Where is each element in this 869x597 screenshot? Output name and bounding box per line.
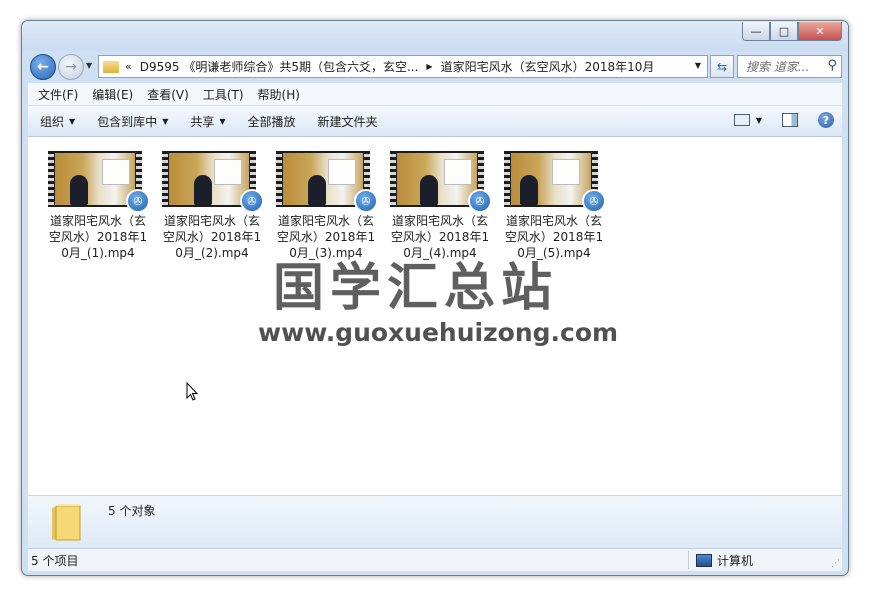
toolbar-right-group: ▼ ? <box>733 112 834 128</box>
close-button[interactable]: ✕ <box>798 22 842 41</box>
video-thumbnail: ✇ <box>390 151 492 213</box>
item-count: 5 个项目 <box>31 553 79 568</box>
resize-grip-icon[interactable]: ⋰ <box>831 559 840 569</box>
menu-tools[interactable]: 工具(T) <box>203 86 244 103</box>
file-item[interactable]: ✇ 道家阳宅风水（玄空风水）2018年10月_(3).mp4 <box>276 151 378 261</box>
caption-buttons: — □ ✕ <box>742 22 842 41</box>
magnifier-icon[interactable]: ⚲ <box>827 58 837 73</box>
chevron-down-icon: ▼ <box>69 116 76 126</box>
chevron-down-icon: ▼ <box>219 116 226 126</box>
command-bar: 组织 ▼ 包含到库中 ▼ 共享 ▼ 全部播放 新建文件夹 ▼ ? <box>28 106 842 137</box>
address-chevron[interactable]: « <box>125 60 132 73</box>
share-button[interactable]: 共享 ▼ <box>190 113 225 130</box>
computer-icon <box>696 554 712 567</box>
menu-view[interactable]: 查看(V) <box>147 86 189 103</box>
search-input[interactable]: 搜索 道家... ⚲ <box>737 55 842 78</box>
change-view-icon[interactable] <box>733 114 750 126</box>
refresh-button[interactable]: ⇆ <box>710 55 734 78</box>
preview-pane-icon[interactable] <box>782 113 798 127</box>
organize-label: 组织 <box>40 114 65 129</box>
address-bar[interactable]: « D9595 《明谦老师综合》共5期（包含六爻，玄空... ▶ 道家阳宅风水（… <box>98 55 708 78</box>
navigation-bar: ← → ▼ « D9595 《明谦老师综合》共5期（包含六爻，玄空... ▶ 道… <box>22 51 848 81</box>
menu-edit[interactable]: 编辑(E) <box>92 86 133 103</box>
watermark-url: www.guoxuehuizong.com <box>258 318 619 347</box>
video-thumbnail: ✇ <box>504 151 606 213</box>
status-bar: 5 个项目 计算机 ⋰ <box>28 548 842 571</box>
chevron-down-icon: ▼ <box>162 116 169 126</box>
new-folder-label: 新建文件夹 <box>317 114 378 129</box>
file-item[interactable]: ✇ 道家阳宅风水（玄空风水）2018年10月_(1).mp4 <box>48 151 150 261</box>
back-arrow-icon[interactable]: ← <box>30 54 56 80</box>
menu-help[interactable]: 帮助(H) <box>258 86 300 103</box>
play-all-button[interactable]: 全部播放 <box>248 113 296 130</box>
maximize-button[interactable]: □ <box>770 22 798 41</box>
breadcrumb-current[interactable]: 道家阳宅风水（玄空风水）2018年10月 <box>441 58 655 75</box>
video-thumbnail: ✇ <box>276 151 378 213</box>
recent-pages-dropdown-icon[interactable]: ▼ <box>86 61 92 70</box>
forward-arrow-icon[interactable]: → <box>58 54 84 80</box>
file-name: 道家阳宅风水（玄空风水）2018年10月_(2).mp4 <box>162 214 262 260</box>
location-label: 计算机 <box>717 554 754 568</box>
film-reel-icon: ✇ <box>240 189 264 213</box>
details-pane: 5 个对象 <box>28 495 842 548</box>
title-bar[interactable]: — □ ✕ <box>22 21 848 51</box>
organize-button[interactable]: 组织 ▼ <box>40 113 75 130</box>
location-indicator: 计算机 <box>696 552 753 569</box>
breadcrumb-parent[interactable]: D9595 《明谦老师综合》共5期（包含六爻，玄空... <box>140 58 419 75</box>
play-all-label: 全部播放 <box>247 114 296 129</box>
new-folder-button[interactable]: 新建文件夹 <box>318 113 378 130</box>
folder-icon <box>103 60 119 73</box>
address-dropdown-icon[interactable]: ▼ <box>695 61 701 70</box>
file-item[interactable]: ✇ 道家阳宅风水（玄空风水）2018年10月_(4).mp4 <box>390 151 492 261</box>
include-library-label: 包含到库中 <box>97 114 158 129</box>
video-thumbnail: ✇ <box>162 151 264 213</box>
minimize-button[interactable]: — <box>742 22 770 41</box>
menu-file[interactable]: 文件(F) <box>38 86 78 103</box>
film-reel-icon: ✇ <box>582 189 606 213</box>
view-options-dropdown-icon[interactable]: ▼ <box>756 116 762 125</box>
object-count: 5 个对象 <box>108 504 156 518</box>
share-label: 共享 <box>190 114 215 129</box>
file-name: 道家阳宅风水（玄空风水）2018年10月_(1).mp4 <box>48 214 148 260</box>
help-icon[interactable]: ? <box>818 112 834 128</box>
watermark-text: 国学汇总站 <box>273 259 559 318</box>
file-item[interactable]: ✇ 道家阳宅风水（玄空风水）2018年10月_(5).mp4 <box>504 151 606 261</box>
folder-icon <box>52 504 81 541</box>
mouse-pointer-icon <box>186 382 199 401</box>
video-thumbnail: ✇ <box>48 151 150 213</box>
status-divider <box>688 551 689 569</box>
film-reel-icon: ✇ <box>126 189 150 213</box>
search-placeholder: 搜索 道家... <box>746 60 810 74</box>
file-item[interactable]: ✇ 道家阳宅风水（玄空风水）2018年10月_(2).mp4 <box>162 151 264 261</box>
film-reel-icon: ✇ <box>354 189 378 213</box>
breadcrumb-separator-icon[interactable]: ▶ <box>426 62 432 71</box>
film-reel-icon: ✇ <box>468 189 492 213</box>
menu-bar: 文件(F) 编辑(E) 查看(V) 工具(T) 帮助(H) <box>28 83 842 106</box>
include-in-library-button[interactable]: 包含到库中 ▼ <box>97 113 168 130</box>
